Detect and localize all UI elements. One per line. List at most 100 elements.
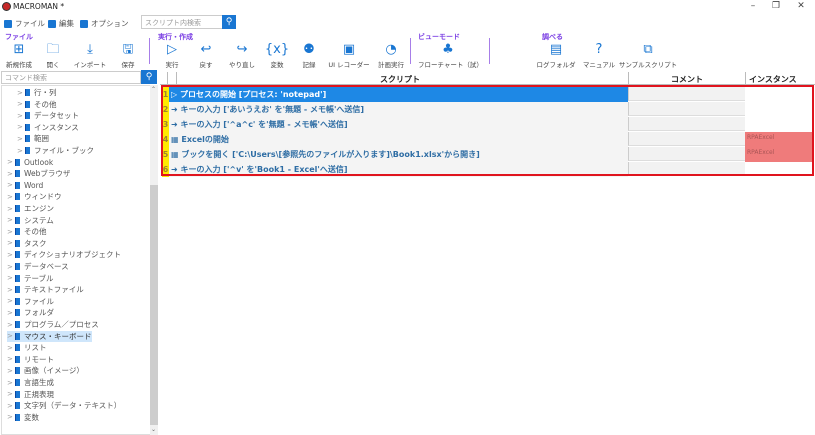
- chevron-right-icon[interactable]: >: [7, 390, 15, 398]
- tree-item[interactable]: > テーブル: [7, 273, 54, 284]
- command-search-input[interactable]: コマンド検索: [1, 71, 141, 84]
- menu-options-label: オプション: [91, 19, 129, 28]
- tree-item-label: マウス・キーボード: [24, 331, 92, 341]
- scroll-up-icon[interactable]: ⌃: [151, 86, 156, 93]
- chevron-right-icon[interactable]: >: [17, 123, 25, 131]
- tree-item-label: Webブラウザ: [24, 169, 71, 179]
- book-icon: [15, 332, 20, 340]
- command-search-button[interactable]: ⚲: [141, 70, 157, 84]
- header-comment[interactable]: コメント: [628, 72, 745, 85]
- header-instance[interactable]: インスタンス: [745, 72, 815, 85]
- chevron-right-icon[interactable]: >: [7, 239, 15, 247]
- highlight-box: [161, 85, 814, 176]
- tree-item-label: リモート: [24, 354, 54, 364]
- tree-item[interactable]: > プログラム／プロセス: [7, 319, 99, 330]
- tree-item[interactable]: > インスタンス: [17, 122, 79, 133]
- tree-item[interactable]: > テキストファイル: [7, 284, 84, 295]
- chevron-right-icon[interactable]: >: [17, 112, 25, 120]
- toolbar-label: サンプルスクリプト: [618, 61, 678, 69]
- menu-file[interactable]: ファイル: [4, 18, 45, 29]
- tree-item[interactable]: > ファイル・ブック: [17, 145, 94, 156]
- minimize-button[interactable]: –: [743, 1, 763, 11]
- chevron-right-icon[interactable]: >: [7, 286, 15, 294]
- tree-item[interactable]: > 文字列（データ・テキスト）: [7, 400, 121, 411]
- toolbar-button-flowchart[interactable]: ♣ フローチャート（試）: [418, 42, 483, 69]
- tree-item-label: インスタンス: [34, 122, 79, 132]
- tree-item[interactable]: > 画像（イメージ）: [7, 365, 84, 376]
- chevron-right-icon[interactable]: >: [7, 216, 15, 224]
- chevron-right-icon[interactable]: >: [7, 402, 15, 410]
- tree-item-label: Outlook: [24, 157, 54, 167]
- tree-item[interactable]: > リスト: [7, 342, 47, 353]
- tree-item[interactable]: > その他: [17, 99, 57, 110]
- chevron-right-icon[interactable]: >: [7, 309, 15, 317]
- tree-item[interactable]: > Outlook: [7, 157, 53, 168]
- book-icon: [25, 100, 30, 108]
- tree-item[interactable]: > 言語生成: [7, 377, 54, 388]
- options-menu-icon: [80, 19, 88, 28]
- chevron-right-icon[interactable]: >: [17, 147, 25, 155]
- chevron-right-icon[interactable]: >: [7, 297, 15, 305]
- close-button[interactable]: ✕: [791, 1, 811, 11]
- tree-item[interactable]: > 行・列: [17, 87, 57, 98]
- menu-edit[interactable]: 編集: [48, 18, 74, 29]
- scroll-down-icon[interactable]: ⌄: [151, 426, 156, 433]
- toolbar-button-sample-script[interactable]: ⧉ サンプルスクリプト: [618, 42, 678, 69]
- tree-item[interactable]: > フォルダ: [7, 307, 54, 318]
- tree-item[interactable]: > 正規表現: [7, 389, 54, 400]
- group-label-run: 実行・作成: [158, 33, 193, 41]
- tree-item-label: 正規表現: [24, 389, 54, 399]
- chevron-right-icon[interactable]: >: [17, 100, 25, 108]
- tree-item-label: Word: [24, 180, 44, 190]
- chevron-right-icon[interactable]: >: [7, 367, 15, 375]
- script-search-button[interactable]: ⚲: [222, 15, 236, 29]
- chevron-right-icon[interactable]: >: [7, 274, 15, 282]
- chevron-right-icon[interactable]: >: [7, 344, 15, 352]
- chevron-right-icon[interactable]: >: [7, 170, 15, 178]
- chevron-right-icon[interactable]: >: [7, 193, 15, 201]
- tree-item[interactable]: > ファイル: [7, 296, 54, 307]
- tree-item-label: 範囲: [34, 134, 49, 144]
- chevron-right-icon[interactable]: >: [7, 321, 15, 329]
- chevron-right-icon[interactable]: >: [7, 251, 15, 259]
- toolbar-button-schedule[interactable]: ◔ 計画実行: [361, 42, 421, 69]
- book-icon: [15, 297, 20, 305]
- tree-item[interactable]: > ウィンドウ: [7, 191, 62, 202]
- tree-item[interactable]: > データセット: [17, 110, 79, 121]
- tree-item[interactable]: > Webブラウザ: [7, 168, 70, 179]
- chevron-right-icon[interactable]: >: [7, 332, 15, 340]
- tree-scrollbar-thumb[interactable]: [150, 185, 158, 425]
- tree-item-label: データベース: [24, 262, 69, 271]
- tree-item[interactable]: > タスク: [7, 238, 47, 249]
- tree-item[interactable]: > Word: [7, 180, 43, 191]
- tree-item[interactable]: > エンジン: [7, 203, 54, 214]
- chevron-right-icon[interactable]: >: [17, 89, 25, 97]
- script-search-input[interactable]: スクリプト内検索: [141, 15, 225, 29]
- chevron-right-icon[interactable]: >: [7, 379, 15, 387]
- menu-options[interactable]: オプション: [80, 18, 129, 29]
- tree-item[interactable]: > 変数: [7, 412, 39, 423]
- tree-item[interactable]: > マウス・キーボード: [7, 330, 92, 342]
- tree-item-label: その他: [34, 99, 57, 109]
- maximize-button[interactable]: ❐: [766, 1, 786, 11]
- tree-item[interactable]: > リモート: [7, 354, 54, 365]
- tree-item[interactable]: > データベース: [7, 261, 69, 272]
- book-icon: [15, 390, 20, 398]
- chevron-right-icon[interactable]: >: [7, 181, 15, 189]
- tree-item[interactable]: > システム: [7, 215, 54, 226]
- chevron-right-icon[interactable]: >: [7, 263, 15, 271]
- tree-item[interactable]: > ディクショナリオブジェクト: [7, 249, 121, 260]
- tree-item[interactable]: > その他: [7, 226, 47, 237]
- chevron-right-icon[interactable]: >: [7, 355, 15, 363]
- tree-item-label: テーブル: [24, 273, 54, 283]
- tree-item[interactable]: > 範囲: [17, 133, 49, 144]
- header-script[interactable]: スクリプト: [380, 74, 420, 85]
- chevron-right-icon[interactable]: >: [7, 228, 15, 236]
- chevron-right-icon[interactable]: >: [17, 135, 25, 143]
- tree-item-label: リスト: [24, 343, 47, 353]
- book-icon: [15, 263, 20, 270]
- chevron-right-icon[interactable]: >: [7, 205, 15, 213]
- chevron-right-icon[interactable]: >: [7, 158, 15, 166]
- chevron-right-icon[interactable]: >: [7, 413, 15, 421]
- schedule-icon: ◔: [385, 42, 397, 57]
